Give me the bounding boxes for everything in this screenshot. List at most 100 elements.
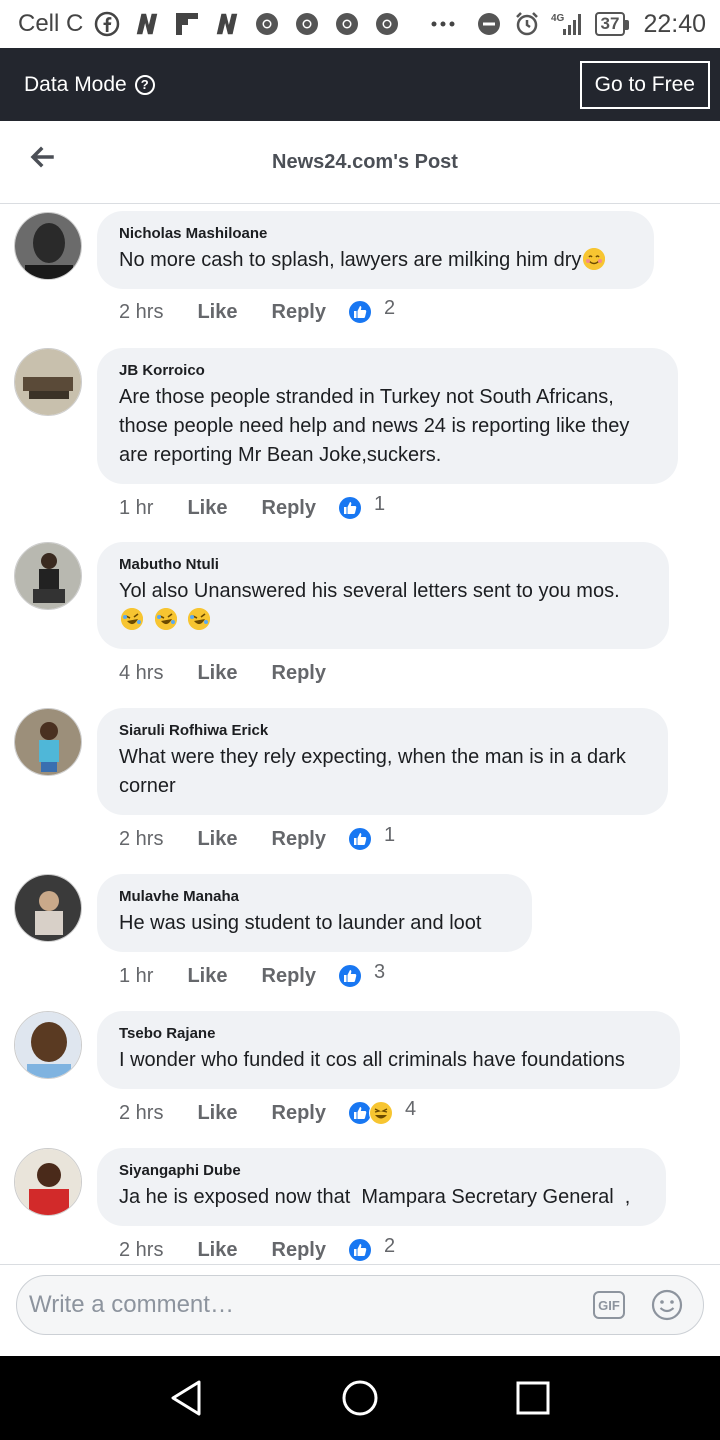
comment-bubble[interactable]: Mabutho Ntuli Yol also Unanswered his se… <box>97 542 669 649</box>
avatar[interactable] <box>14 542 82 610</box>
comment-author[interactable]: Siyangaphi Dube <box>119 1162 644 1179</box>
more-dots-icon <box>429 10 457 38</box>
reply-button[interactable]: Reply <box>272 828 326 851</box>
emoji-smiley-icon[interactable] <box>651 1289 683 1321</box>
like-button[interactable]: Like <box>197 662 237 685</box>
comment-text: Yol also Unanswered his several letters … <box>119 577 647 635</box>
comment-author[interactable]: Nicholas Mashiloane <box>119 225 632 242</box>
recents-square-icon[interactable] <box>511 1376 555 1420</box>
reaction-count: 1 <box>373 492 386 515</box>
notification-icons <box>93 10 457 38</box>
reaction-summary[interactable]: 1 <box>347 823 396 851</box>
avatar[interactable] <box>14 708 82 776</box>
rofl-emoji-icon <box>154 608 177 630</box>
reaction-count: 3 <box>373 960 386 983</box>
flipboard-icon <box>173 10 201 38</box>
comment-input[interactable]: Write a comment… GIF <box>16 1275 704 1335</box>
dnd-icon <box>475 10 503 38</box>
like-button[interactable]: Like <box>187 497 227 520</box>
comment-actions: 4 hrs Like Reply <box>119 662 348 685</box>
page-title: News24.com's Post <box>272 150 458 173</box>
battery-indicator: 37 <box>594 12 630 36</box>
comment-time[interactable]: 2 hrs <box>119 301 163 324</box>
chrome-icon <box>253 10 281 38</box>
reaction-count: 1 <box>383 823 396 846</box>
reply-button[interactable]: Reply <box>262 965 316 988</box>
back-arrow-icon[interactable] <box>28 143 56 171</box>
comment-author[interactable]: Tsebo Rajane <box>119 1025 658 1042</box>
data-mode-bar: Data Mode ? Go to Free <box>0 48 720 121</box>
comment-bubble[interactable]: Nicholas Mashiloane No more cash to spla… <box>97 211 654 289</box>
avatar[interactable] <box>14 348 82 416</box>
comment-bubble[interactable]: Tsebo Rajane I wonder who funded it cos … <box>97 1011 680 1089</box>
gif-button[interactable]: GIF <box>593 1291 625 1319</box>
comment-time[interactable]: 2 hrs <box>119 1102 163 1125</box>
reply-button[interactable]: Reply <box>272 1239 326 1262</box>
comment-time[interactable]: 4 hrs <box>119 662 163 685</box>
comment-text: He was using student to launder and loot <box>119 912 482 934</box>
rofl-emoji-icon <box>188 608 211 630</box>
smiling-face-emoji-icon <box>583 248 606 270</box>
comment-text: No more cash to splash, lawyers are milk… <box>119 246 632 275</box>
clock: 22:40 <box>643 9 706 38</box>
avatar[interactable] <box>14 1011 82 1079</box>
comment-bubble[interactable]: Siyangaphi Dube Ja he is exposed now tha… <box>97 1148 666 1226</box>
chrome-icon <box>333 10 361 38</box>
like-reaction-icon <box>347 827 372 851</box>
home-circle-icon[interactable] <box>338 1376 382 1420</box>
like-reaction-icon <box>347 300 372 324</box>
reaction-count: 2 <box>383 1234 396 1257</box>
avatar[interactable] <box>14 1148 82 1216</box>
comment-time[interactable]: 2 hrs <box>119 1239 163 1262</box>
reaction-summary[interactable]: 1 <box>337 492 386 520</box>
comment-placeholder[interactable]: Write a comment… <box>29 1291 593 1319</box>
post-header: News24.com's Post <box>0 121 720 204</box>
comment-author[interactable]: Mabutho Ntuli <box>119 556 647 573</box>
comment-author[interactable]: Siaruli Rofhiwa Erick <box>119 722 646 739</box>
reaction-summary[interactable]: 2 <box>347 296 396 324</box>
like-button[interactable]: Like <box>197 1102 237 1125</box>
go-to-free-button[interactable]: Go to Free <box>579 60 710 109</box>
like-button[interactable]: Like <box>197 301 237 324</box>
like-button[interactable]: Like <box>197 1239 237 1262</box>
chrome-icon <box>373 10 401 38</box>
reaction-count: 2 <box>383 296 396 319</box>
signal-icon: 4G <box>551 10 585 38</box>
comment-bubble[interactable]: Siaruli Rofhiwa Erick What were they rel… <box>97 708 668 815</box>
comment-actions: 2 hrs Like Reply 4 <box>119 1097 417 1125</box>
comment-author[interactable]: Mulavhe Manaha <box>119 888 510 905</box>
reaction-summary[interactable]: 2 <box>347 1234 396 1262</box>
reply-button[interactable]: Reply <box>272 662 326 685</box>
reaction-summary[interactable]: 4 <box>347 1097 417 1125</box>
reply-button[interactable]: Reply <box>262 497 316 520</box>
comment-bubble[interactable]: JB Korroico Are those people stranded in… <box>97 348 678 484</box>
comment-time[interactable]: 1 hr <box>119 497 153 520</box>
reply-button[interactable]: Reply <box>272 301 326 324</box>
comment-actions: 1 hr Like Reply 1 <box>119 492 386 520</box>
news-n-icon <box>213 10 241 38</box>
reaction-summary[interactable]: 3 <box>337 960 386 988</box>
haha-reaction-icon <box>368 1101 393 1125</box>
like-button[interactable]: Like <box>187 965 227 988</box>
comment-bubble[interactable]: Mulavhe Manaha He was using student to l… <box>97 874 532 952</box>
comment-composer: Write a comment… GIF <box>0 1264 720 1356</box>
comment-text: Are those people stranded in Turkey not … <box>119 386 630 466</box>
comment-time[interactable]: 1 hr <box>119 965 153 988</box>
reaction-count: 4 <box>404 1097 417 1120</box>
comment-author[interactable]: JB Korroico <box>119 362 656 379</box>
comment-text: I wonder who funded it cos all criminals… <box>119 1049 625 1071</box>
comment-actions: 2 hrs Like Reply 2 <box>119 1234 396 1262</box>
reply-button[interactable]: Reply <box>272 1102 326 1125</box>
chrome-icon <box>293 10 321 38</box>
avatar[interactable] <box>14 874 82 942</box>
comment-time[interactable]: 2 hrs <box>119 828 163 851</box>
like-button[interactable]: Like <box>197 828 237 851</box>
alarm-icon <box>513 10 541 38</box>
info-icon[interactable]: ? <box>134 74 155 95</box>
news-n-icon <box>133 10 161 38</box>
avatar[interactable] <box>14 212 82 280</box>
rofl-emoji-icon <box>121 608 143 630</box>
back-triangle-icon[interactable] <box>165 1376 209 1420</box>
comment-list[interactable]: Nicholas Mashiloane No more cash to spla… <box>0 204 720 1264</box>
carrier-label: Cell C <box>18 10 84 37</box>
